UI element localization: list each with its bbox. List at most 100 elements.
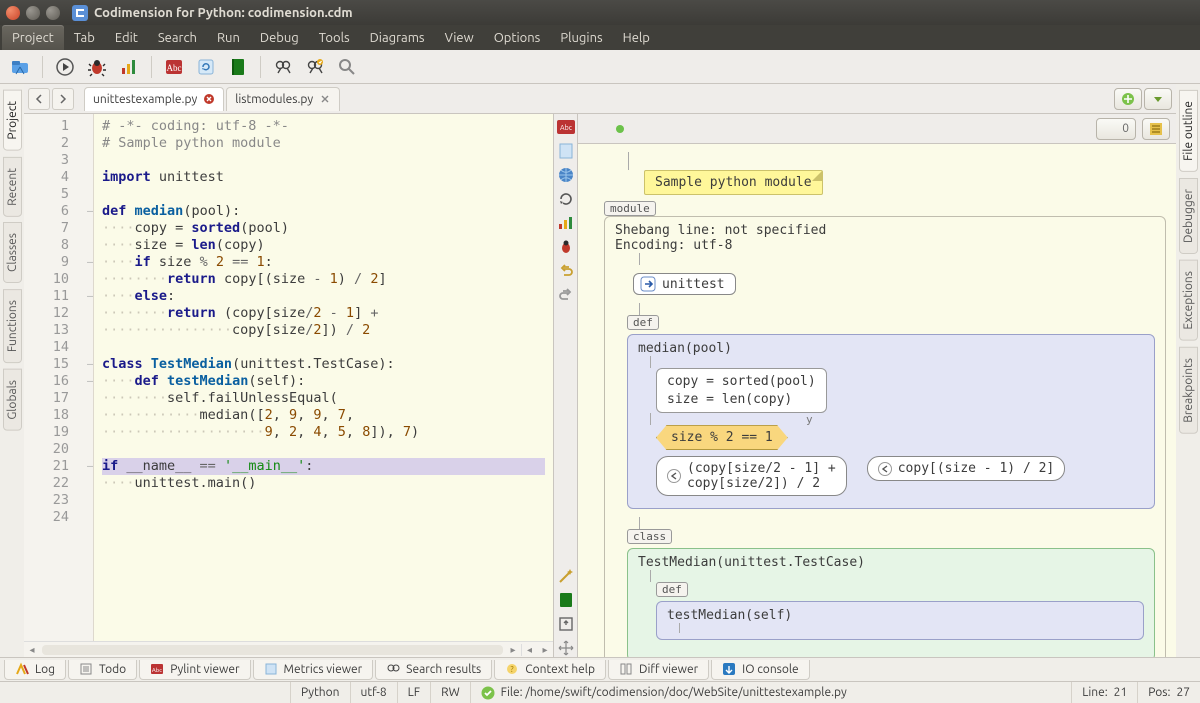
tab-icon — [619, 662, 633, 676]
tool-book-icon[interactable] — [557, 591, 575, 609]
def-tag: def — [656, 582, 688, 597]
status-readwrite[interactable]: RW — [430, 682, 470, 703]
bottom-tab-context-help[interactable]: ?Context help — [494, 660, 606, 680]
side-tab-functions[interactable]: Functions — [3, 289, 22, 363]
svg-text:Abc: Abc — [167, 63, 182, 73]
return-true-pill: copy[(size - 1) / 2] — [867, 456, 1066, 481]
bottom-tab-io-console[interactable]: IO console — [711, 660, 810, 680]
close-icon[interactable] — [319, 93, 331, 105]
menu-debug[interactable]: Debug — [250, 25, 309, 50]
menu-options[interactable]: Options — [484, 25, 551, 50]
tool-chart-icon[interactable] — [557, 214, 575, 232]
svg-text:Abc: Abc — [152, 667, 162, 674]
tool-refresh-icon[interactable] — [557, 190, 575, 208]
side-tab-classes[interactable]: Classes — [3, 222, 22, 283]
code-editor[interactable]: 123456789101112131415161718192021222324 … — [24, 114, 553, 641]
status-language[interactable]: Python — [290, 682, 350, 703]
bottom-tab-search-results[interactable]: Search results — [375, 660, 492, 680]
window-close-button[interactable] — [6, 6, 20, 20]
tab-history-fwd-button[interactable] — [52, 88, 74, 110]
tool-bug-icon[interactable] — [557, 238, 575, 256]
tab-history-back-button[interactable] — [28, 88, 50, 110]
bottom-tab-diff-viewer[interactable]: Diff viewer — [608, 660, 709, 680]
window-minimize-button[interactable] — [26, 6, 40, 20]
editor-hscrollbar[interactable]: ◂▸ ◂▸ — [24, 641, 553, 657]
method-block[interactable]: testMedian(self) — [656, 601, 1144, 640]
spellcheck-button[interactable]: Abc — [160, 53, 188, 81]
side-tab-breakpoints[interactable]: Breakpoints — [1179, 347, 1198, 434]
tool-export-icon[interactable] — [557, 615, 575, 633]
class-signature: TestMedian(unittest.TestCase) — [638, 555, 1144, 570]
debug-button[interactable] — [83, 53, 111, 81]
code-area[interactable]: # -*- coding: utf-8 -*- # Sample python … — [94, 114, 553, 641]
tool-undo-icon[interactable] — [557, 262, 575, 280]
profiler-button[interactable] — [115, 53, 143, 81]
menu-tab[interactable]: Tab — [64, 25, 105, 50]
menu-diagrams[interactable]: Diagrams — [360, 25, 435, 50]
left-side-rail: Project Recent Classes Functions Globals — [0, 84, 24, 657]
menu-view[interactable]: View — [435, 25, 484, 50]
add-tab-button[interactable] — [1114, 88, 1142, 110]
side-tab-debugger[interactable]: Debugger — [1179, 178, 1198, 254]
tool-spellcheck-icon[interactable]: Abc — [557, 118, 575, 136]
tool-wand-icon[interactable] — [557, 567, 575, 585]
tool-page-icon[interactable] — [557, 142, 575, 160]
menu-search[interactable]: Search — [148, 25, 207, 50]
window-maximize-button[interactable] — [46, 6, 60, 20]
return-false-pill: (copy[size/2 - 1] + copy[size/2]) / 2 — [656, 456, 847, 496]
status-encoding[interactable]: utf-8 — [350, 682, 397, 703]
find-replace-button[interactable] — [301, 53, 329, 81]
tab-dropdown-button[interactable] — [1144, 88, 1172, 110]
search-button[interactable] — [333, 53, 361, 81]
class-block[interactable]: TestMedian(unittest.TestCase) def testMe… — [627, 548, 1155, 657]
method-signature: testMedian(self) — [667, 608, 1133, 623]
reload-button[interactable] — [192, 53, 220, 81]
side-tab-exceptions[interactable]: Exceptions — [1179, 260, 1198, 341]
bottom-tab-metrics-viewer[interactable]: Metrics viewer — [253, 660, 374, 680]
function-block[interactable]: median(pool) copy = sorted(pool)size = l… — [627, 334, 1155, 509]
run-button[interactable] — [51, 53, 79, 81]
status-pos: Pos: 27 — [1137, 682, 1200, 703]
side-tab-file-outline[interactable]: File outline — [1179, 90, 1198, 172]
book-button[interactable] — [224, 53, 252, 81]
tab-icon — [79, 662, 93, 676]
svg-text:Abc: Abc — [560, 124, 573, 132]
menu-project[interactable]: Project — [2, 25, 64, 50]
status-eol[interactable]: LF — [397, 682, 430, 703]
import-pill[interactable]: unittest — [633, 273, 736, 295]
close-icon[interactable] — [203, 93, 215, 105]
tool-globe-icon[interactable] — [557, 166, 575, 184]
side-tab-globals[interactable]: Globals — [3, 369, 22, 431]
bottom-tab-pylint-viewer[interactable]: AbcPylint viewer — [139, 660, 250, 680]
file-tab[interactable]: unittestexample.py — [84, 87, 224, 111]
class-tag: class — [627, 529, 672, 544]
menu-run[interactable]: Run — [207, 25, 250, 50]
main-toolbar: Abc — [0, 50, 1200, 84]
find-button[interactable] — [269, 53, 297, 81]
status-dot-icon — [616, 125, 624, 133]
tab-icon — [15, 662, 29, 676]
diagram-tool-column: Abc — [554, 114, 578, 657]
menu-tools[interactable]: Tools — [309, 25, 360, 50]
tool-move-icon[interactable] — [557, 639, 575, 657]
tool-redo-icon[interactable] — [557, 286, 575, 304]
menu-bar: ProjectTabEditSearchRunDebugToolsDiagram… — [0, 25, 1200, 50]
menu-edit[interactable]: Edit — [105, 25, 148, 50]
menu-help[interactable]: Help — [613, 25, 660, 50]
condition-diamond: size % 2 == 1 — [656, 425, 788, 450]
encoding-text: Encoding: utf-8 — [615, 238, 1155, 253]
side-tab-project[interactable]: Project — [3, 90, 22, 151]
open-project-button[interactable] — [6, 53, 34, 81]
app-icon — [72, 5, 88, 21]
check-icon — [481, 686, 495, 700]
menu-plugins[interactable]: Plugins — [550, 25, 612, 50]
status-bar: Python utf-8 LF RW File: /home/swift/cod… — [0, 681, 1200, 703]
bottom-tab-todo[interactable]: Todo — [68, 660, 137, 680]
bottom-tab-log[interactable]: Log — [4, 660, 66, 680]
editor-gutter[interactable]: 123456789101112131415161718192021222324 … — [24, 114, 94, 641]
flow-diagram-canvas[interactable]: Sample python module module Shebang line… — [578, 144, 1176, 657]
diagram-settings-button[interactable] — [1142, 118, 1170, 140]
side-tab-recent[interactable]: Recent — [3, 157, 22, 217]
code-block: copy = sorted(pool)size = len(copy) — [656, 368, 827, 413]
file-tab[interactable]: listmodules.py — [226, 87, 340, 111]
